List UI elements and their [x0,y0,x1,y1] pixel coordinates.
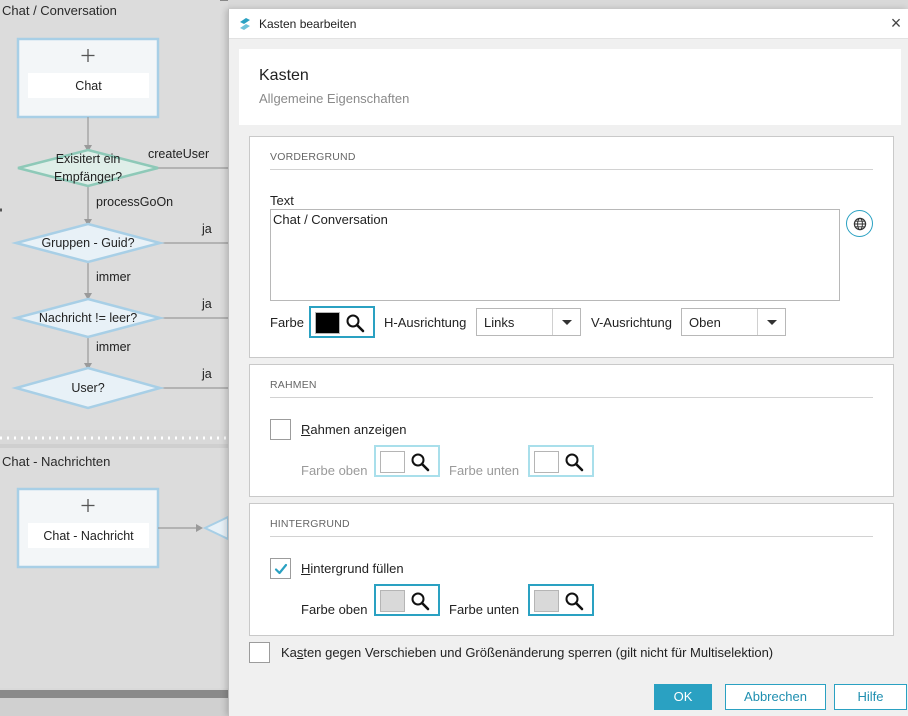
node-label-chat: Chat [75,79,102,93]
h-ausrichtung-label: H-Ausrichtung [384,315,467,330]
chevron-down-icon [552,309,580,335]
edge-label-immer: immer [96,340,131,354]
section-vordergrund: VORDERGRUND Text Farbe H-Ausrichtung Lin… [249,136,894,358]
node-label-empfaenger: Exisitert ein Empfänger? [53,152,123,184]
section-title-vordergrund: VORDERGRUND [270,151,356,163]
magnifier-icon [346,314,365,333]
dialog-titlebar[interactable]: Kasten bearbeiten × [229,9,908,39]
color-swatch [315,312,340,334]
window-title: Kasten bearbeiten [259,17,357,31]
rahmen-anzeigen-checkbox[interactable] [270,419,291,440]
group-title-nachrichten: Chat - Nachrichten [2,454,111,469]
rahmen-anzeigen-label[interactable]: Rahmen anzeigen [301,422,407,437]
farbe-label: Farbe [270,315,304,330]
edge-label-create-user: createUser [148,147,210,161]
magnifier-icon [565,592,584,611]
hintergrund-farbe-unten-picker[interactable] [528,584,594,616]
magnifier-icon [565,453,584,472]
node-label-chat-nachricht: Chat - Nachricht [43,529,134,543]
section-hintergrund: HINTERGRUND Hintergrund füllen Farbe obe… [249,503,894,636]
ok-button[interactable]: OK [654,684,712,710]
app-logo-icon [240,18,250,30]
edit-box-dialog: Kasten bearbeiten × Kasten Allgemeine Ei… [228,9,908,716]
lock-box-checkbox[interactable] [249,642,270,663]
edge-label-ja: ja [202,297,212,311]
dialog-header: Kasten Allgemeine Eigenschaften [239,49,901,125]
magnifier-icon [411,453,430,472]
globe-icon[interactable] [846,210,873,237]
hintergrund-farbe-oben-picker[interactable] [374,584,440,616]
node-label-gruppen-guid: Gruppen - Guid? [41,236,135,250]
h-ausrichtung-select[interactable]: Links [476,308,581,336]
edge-label-ja: ja [202,367,212,381]
v-ausrichtung-value: Oben [689,315,721,330]
magnifier-icon [411,592,430,611]
rahmen-farbe-unten-picker [528,445,594,477]
color-swatch [380,590,405,612]
dialog-subheading: Allgemeine Eigenschaften [259,91,410,106]
section-title-rahmen: RAHMEN [270,379,317,391]
group-title-conversation: Chat / Conversation [2,3,117,18]
flow-diagram [0,0,228,716]
section-divider [270,536,873,537]
help-button[interactable]: Hilfe [834,684,907,710]
rahmen-farbe-oben-picker [374,445,440,477]
cancel-button[interactable]: Abbrechen [725,684,826,710]
chevron-down-icon [757,309,785,335]
edge-label-process-go-on: processGoOn [96,195,174,209]
rahmen-farbe-oben-label: Farbe oben [301,463,368,478]
node-label-nachricht-leer: Nachricht != leer? [38,311,138,325]
color-swatch [380,451,405,473]
color-swatch [534,451,559,473]
v-ausrichtung-select[interactable]: Oben [681,308,786,336]
close-icon[interactable]: × [885,13,907,35]
h-ausrichtung-value: Links [484,315,515,330]
color-swatch [534,590,559,612]
section-title-hintergrund: HINTERGRUND [270,518,350,530]
hintergrund-farbe-unten-label: Farbe unten [449,602,520,617]
edge-label-immer: immer [96,270,131,284]
checkmark-icon [274,563,288,575]
hintergrund-farbe-oben-label: Farbe oben [301,602,368,617]
flow-canvas[interactable]: Chat / Conversation Chat - Nachrichten C… [0,0,228,716]
hintergrund-fuellen-checkbox[interactable] [270,558,291,579]
text-input[interactable] [270,209,840,301]
edge-label-ja: ja [202,222,212,236]
text-label: Text [270,193,294,208]
section-divider [270,169,873,170]
foreground-color-picker[interactable] [309,306,375,338]
rahmen-farbe-unten-label: Farbe unten [449,463,520,478]
dialog-heading: Kasten [259,67,309,84]
node-label-user: User? [71,381,105,395]
lock-box-label[interactable]: Kasten gegen Verschieben und Größenänder… [281,645,773,660]
section-rahmen: RAHMEN Rahmen anzeigen Farbe oben Farbe … [249,364,894,497]
section-divider [270,397,873,398]
hintergrund-fuellen-label[interactable]: Hintergrund füllen [301,561,404,576]
v-ausrichtung-label: V-Ausrichtung [591,315,672,330]
